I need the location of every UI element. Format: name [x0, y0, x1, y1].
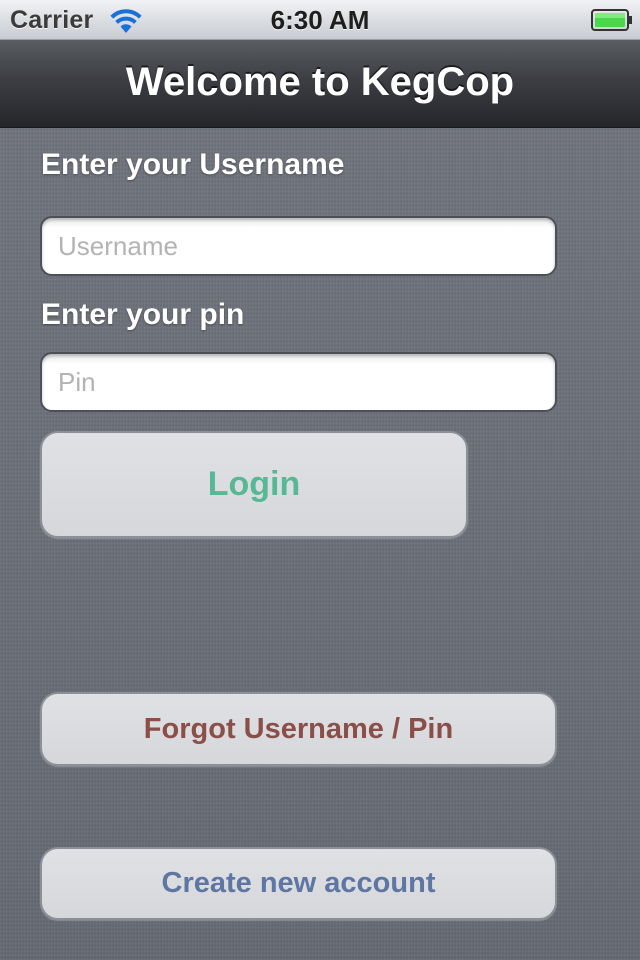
battery-icon — [591, 9, 633, 31]
pin-label: Enter your pin — [41, 298, 245, 331]
login-button[interactable]: Login — [40, 431, 468, 538]
login-screen: Carrier 6:30 AM Welcome to KegCop Enter … — [0, 0, 640, 960]
username-label: Enter your Username — [41, 148, 345, 181]
username-input[interactable] — [40, 216, 557, 276]
create-account-button[interactable]: Create new account — [40, 847, 557, 920]
navigation-bar: Welcome to KegCop — [0, 40, 640, 128]
status-time: 6:30 AM — [270, 5, 370, 35]
pin-input[interactable] — [40, 352, 557, 412]
forgot-username-pin-button[interactable]: Forgot Username / Pin — [40, 692, 557, 766]
page-title: Welcome to KegCop — [125, 60, 515, 104]
status-bar: Carrier 6:30 AM — [0, 0, 640, 40]
